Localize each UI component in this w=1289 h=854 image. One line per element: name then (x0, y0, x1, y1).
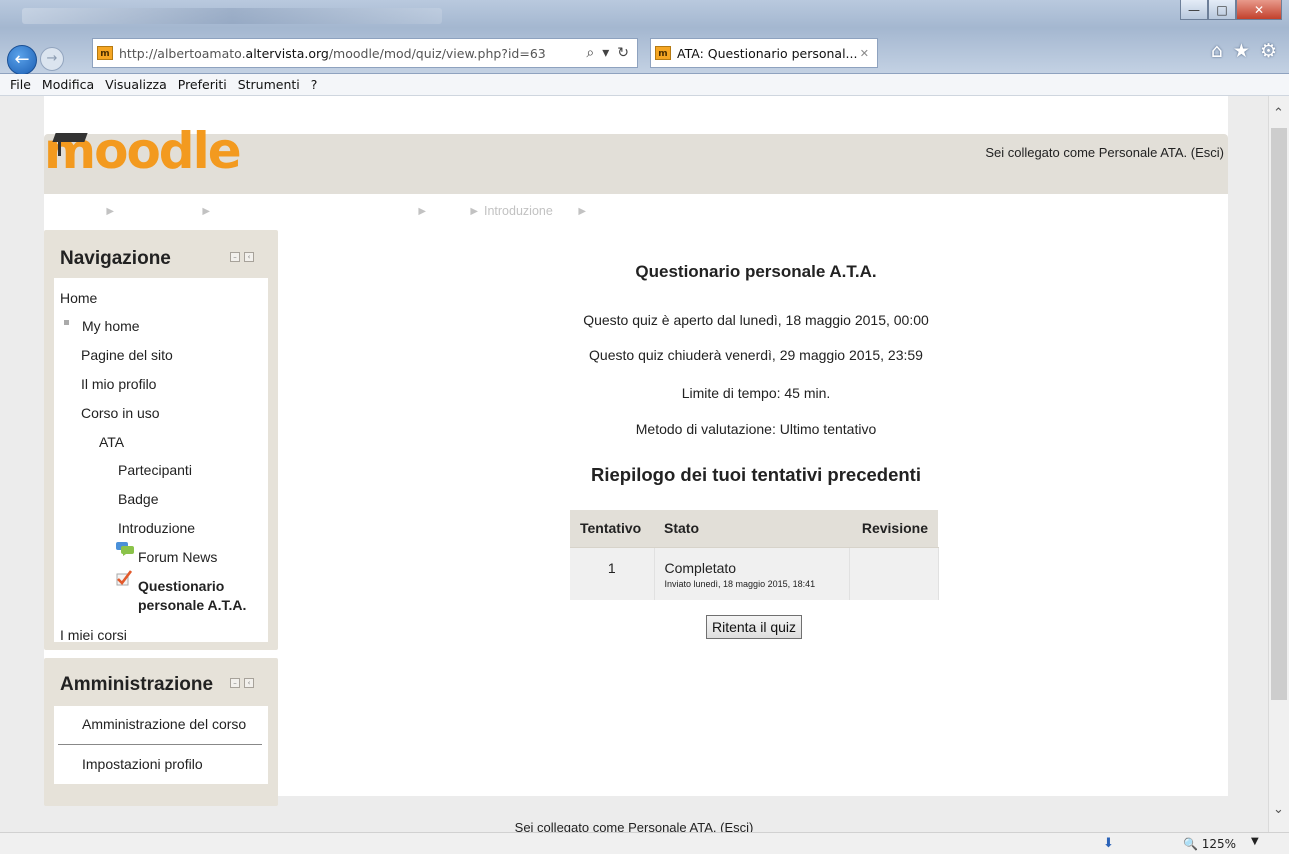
administration-block: Amministrazione – ‹ Amministrazione del … (44, 658, 278, 806)
arrow-left-icon: ← (14, 49, 30, 70)
gear-icon[interactable]: ⚙ (1260, 40, 1277, 62)
attempt-submitted: Inviato lunedì, 18 maggio 2015, 18:41 (664, 578, 816, 589)
menu-preferiti[interactable]: Preferiti (178, 77, 227, 92)
breadcrumb-arrow-icon: ► (104, 204, 117, 218)
search-icon[interactable]: ⌕ (586, 45, 594, 61)
close-window-button[interactable]: ✕ (1236, 0, 1282, 20)
admin-profile-settings[interactable]: Impostazioni profilo (82, 756, 203, 772)
forward-button[interactable]: → (40, 47, 64, 71)
attempt-review[interactable] (849, 547, 939, 600)
favorites-star-icon[interactable]: ★ (1233, 40, 1250, 62)
nav-site-pages[interactable]: Pagine del sito (81, 347, 173, 363)
attempt-status: Completato (664, 559, 737, 576)
dock-block-icon[interactable]: ‹ (244, 678, 254, 688)
quiz-checkmark-icon (116, 570, 132, 586)
retry-quiz-button[interactable]: Ritenta il quiz (706, 615, 802, 639)
page-title: Questionario personale A.T.A. (635, 262, 877, 281)
refresh-icon[interactable]: ↻ (617, 45, 629, 61)
scrollbar-thumb[interactable] (1271, 128, 1287, 700)
nav-participants[interactable]: Partecipanti (118, 462, 192, 478)
menu-strumenti[interactable]: Strumenti (238, 77, 300, 92)
browser-titlebar: — □ ✕ ← → m http://albertoamato.altervis… (0, 0, 1289, 75)
moodle-favicon-icon: m (655, 46, 671, 60)
menu-modifica[interactable]: Modifica (42, 77, 94, 92)
status-bar: ⬇ 🔍 125% ▼ (0, 832, 1289, 854)
nav-forum-news[interactable]: Forum News (138, 549, 217, 565)
quiz-close-date: Questo quiz chiuderà venerdì, 29 maggio … (589, 347, 923, 363)
minimize-button[interactable]: — (1180, 0, 1208, 20)
attempt-status-cell: Completato Inviato lunedì, 18 maggio 201… (654, 547, 850, 600)
page-viewport: moodle Sei collegato come Personale ATA.… (0, 96, 1268, 832)
attempt-number: 1 (570, 547, 655, 600)
back-button[interactable]: ← (7, 45, 37, 75)
scroll-up-icon[interactable]: ⌃ (1273, 106, 1284, 121)
attempts-table: Tentativo Stato Revisione 1 Completato I… (570, 510, 939, 600)
navigation-block-title: Navigazione (60, 248, 171, 269)
column-header: Stato (654, 510, 849, 548)
zoom-level[interactable]: 🔍 125% (1183, 837, 1236, 851)
nav-badge[interactable]: Badge (118, 491, 158, 507)
logo-text: moodle (44, 122, 242, 180)
nav-quiz-line2[interactable]: personale A.T.A. (138, 597, 246, 613)
table-row: 1 Completato Inviato lunedì, 18 maggio 2… (570, 547, 939, 600)
breadcrumb-arrow-icon: ► (576, 204, 589, 218)
download-icon[interactable]: ⬇ (1103, 836, 1114, 851)
attempts-summary-title: Riepilogo dei tuoi tentativi precedenti (591, 464, 921, 485)
tab-title: ATA: Questionario personal... (677, 45, 858, 61)
menu-help[interactable]: ? (311, 77, 318, 92)
browser-tab[interactable]: m ATA: Questionario personal... ✕ (650, 38, 878, 68)
moodle-logo[interactable]: moodle (44, 126, 242, 176)
zoom-dropdown-icon[interactable]: ▼ (1251, 836, 1259, 847)
column-header: Revisione (849, 510, 938, 548)
collapse-block-icon[interactable]: – (230, 678, 240, 688)
quiz-time-limit: Limite di tempo: 45 min. (681, 385, 831, 401)
zoom-value: 125% (1201, 837, 1237, 851)
forum-icon (116, 542, 134, 556)
nav-my-home[interactable]: My home (82, 318, 140, 334)
menu-file[interactable]: File (10, 77, 31, 92)
column-header: Tentativo (570, 510, 654, 548)
url-domain: altervista.org (245, 45, 329, 61)
arrow-right-icon: → (46, 51, 58, 66)
url-prefix: http://albertoamato. (119, 45, 246, 61)
nav-my-profile[interactable]: Il mio profilo (81, 376, 156, 392)
breadcrumb-current[interactable]: Introduzione (484, 204, 553, 218)
breadcrumb-arrow-icon: ► (468, 204, 481, 218)
url-path: /moodle/mod/quiz/view.php?id=63 (328, 45, 546, 61)
nav-intro[interactable]: Introduzione (118, 520, 195, 536)
moodle-page: moodle Sei collegato come Personale ATA.… (44, 96, 1228, 832)
administration-block-title: Amministrazione (60, 674, 214, 695)
nav-ata[interactable]: ATA (99, 434, 124, 450)
bullet-icon (64, 320, 69, 325)
admin-course-admin[interactable]: Amministrazione del corso (82, 716, 246, 732)
nav-home[interactable]: Home (60, 290, 97, 306)
footer-login-info[interactable]: Sei collegato come Personale ATA. (Esci) (0, 820, 1268, 832)
close-tab-icon[interactable]: ✕ (860, 47, 869, 60)
login-info[interactable]: Sei collegato come Personale ATA. (Esci) (985, 145, 1224, 160)
nav-my-courses[interactable]: I miei corsi (60, 627, 127, 643)
navigation-block: Navigazione – ‹ Home My home Pagine del … (44, 230, 278, 650)
address-bar[interactable]: m http://albertoamato.altervista.org/moo… (92, 38, 638, 68)
breadcrumb-arrow-icon: ► (416, 204, 429, 218)
divider (58, 744, 262, 745)
quiz-open-date: Questo quiz è aperto dal lunedì, 18 magg… (583, 312, 929, 328)
menu-visualizza[interactable]: Visualizza (105, 77, 167, 92)
scroll-down-icon[interactable]: ⌄ (1273, 802, 1284, 817)
window-controls: — □ ✕ (1180, 0, 1282, 20)
maximize-button[interactable]: □ (1208, 0, 1236, 20)
moodle-favicon-icon: m (97, 46, 113, 60)
vertical-scrollbar[interactable]: ⌃ ⌄ (1268, 96, 1289, 832)
address-url[interactable]: http://albertoamato.altervista.org/moodl… (119, 46, 546, 61)
nav-current-course[interactable]: Corso in uso (81, 405, 160, 421)
collapse-block-icon[interactable]: – (230, 252, 240, 262)
dropdown-arrow-icon[interactable]: ▾ (602, 45, 609, 61)
menu-bar: File Modifica Visualizza Preferiti Strum… (0, 74, 1289, 96)
breadcrumb-arrow-icon: ► (200, 204, 213, 218)
table-header-row: Tentativo Stato Revisione (570, 510, 938, 548)
nav-quiz-line1[interactable]: Questionario (138, 578, 224, 594)
home-icon[interactable]: ⌂ (1211, 40, 1223, 62)
quiz-grading-method: Metodo di valutazione: Ultimo tentativo (635, 421, 877, 437)
window-title-bar (22, 8, 442, 24)
dock-block-icon[interactable]: ‹ (244, 252, 254, 262)
